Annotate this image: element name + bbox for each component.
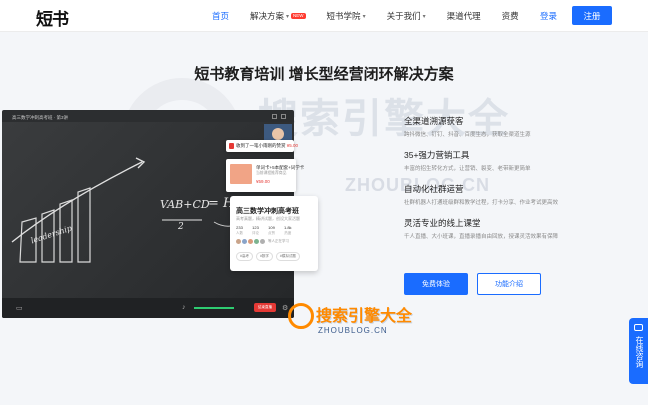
tag[interactable]: #数学 xyxy=(255,252,273,261)
main-nav: 首页 解决方案 ▾ NEW 短书学院 ▾ 关于我们 ▾ 渠道代理 资费 xyxy=(212,0,540,32)
nav-item-label: 解决方案 xyxy=(250,11,285,21)
course-stats: 233 人数 123 评论 109 点赞 1.8k 热度 xyxy=(236,225,292,236)
nav-item-label: 首页 xyxy=(212,11,230,21)
login-link[interactable]: 登录 xyxy=(540,10,557,22)
nav-item-label: 资费 xyxy=(501,11,519,21)
course-tags: #高考 #数学 #模拟试题 xyxy=(236,252,300,261)
tip-text: 收到了一笔小雨刚的赞赏 xyxy=(236,143,286,148)
stat-label: 热度 xyxy=(284,231,292,235)
chalk-denominator: 2 xyxy=(178,222,184,232)
nav-item-solutions[interactable]: 解决方案 ▾ NEW xyxy=(250,10,306,22)
watermark-logo-domain: ZHOUBLOG.CN xyxy=(318,326,388,335)
free-trial-button[interactable]: 免费体验 xyxy=(404,273,468,295)
page-title: 短书教育培训 增长型经营闭环解决方案 xyxy=(194,66,454,83)
tip-amount: ¥5.00 xyxy=(286,143,299,148)
stat-item: 109 点赞 xyxy=(268,225,275,236)
nav-item-label: 短书学院 xyxy=(326,11,361,21)
feature-intro-button[interactable]: 功能介绍 xyxy=(477,273,541,295)
course-title: 高三数学冲刺高考班 xyxy=(236,208,299,215)
online-consult-button[interactable]: 在线咨询 xyxy=(629,318,648,384)
stat-value: 109 xyxy=(268,225,275,230)
gift-icon xyxy=(229,143,234,149)
window-controls xyxy=(272,114,286,119)
product-card[interactable]: 单词卡+5本配套+词学卡 当前课程推荐商品 ¥59.00 xyxy=(226,159,304,192)
video-control-bar: ▭ ♪ 结束直播 ⚙ xyxy=(2,298,294,318)
nav-item-label: 渠道代理 xyxy=(446,11,481,21)
feature-title: 35+强力营销工具 xyxy=(404,150,470,160)
magnifier-icon xyxy=(288,303,314,329)
nav-item-home[interactable]: 首页 xyxy=(212,10,229,22)
watermark-logo: 搜索引擎大全 ZHOUBLOG.CN xyxy=(288,301,413,341)
nav-item-pricing[interactable]: 资费 xyxy=(502,10,519,22)
nav-item-about[interactable]: 关于我们 ▾ xyxy=(387,10,426,22)
feature-title: 全渠道溯源获客 xyxy=(404,116,464,126)
avatar xyxy=(242,239,247,244)
course-card[interactable]: 高三数学冲刺高考班 高考真题，精讲试题，创设大家活题 233 人数 123 评论… xyxy=(230,196,318,271)
volume-level[interactable] xyxy=(194,307,234,309)
chevron-down-icon: ▾ xyxy=(422,13,426,20)
watchers-text: 等人正在学习 xyxy=(268,239,289,243)
feature-item: 全渠道溯源获客 跨抖微信、钉钉、抖音、百度生态，获取全渠道生源 xyxy=(404,115,624,138)
nav-item-academy[interactable]: 短书学院 ▾ xyxy=(327,10,366,22)
stat-label: 人数 xyxy=(236,231,243,235)
feature-desc: 跨抖微信、钉钉、抖音、百度生态，获取全渠道生源 xyxy=(404,132,531,138)
feature-title: 灵活专业的线上课堂 xyxy=(404,218,481,228)
feature-title: 自动化社群运营 xyxy=(404,184,464,194)
consult-label: 在线咨询 xyxy=(635,336,644,368)
avatar xyxy=(236,239,241,244)
stat-label: 点赞 xyxy=(268,231,275,235)
nav-item-label: 关于我们 xyxy=(386,11,421,21)
close-icon xyxy=(281,114,286,119)
video-title: 高三数学冲刺高考班 · 第3讲 xyxy=(12,115,69,120)
stat-item: 123 评论 xyxy=(252,225,259,236)
minimize-icon xyxy=(272,114,277,119)
avatar xyxy=(260,239,265,244)
chalk-equation: VAB+CD xyxy=(160,198,210,211)
tag[interactable]: #高考 xyxy=(236,252,253,261)
tip-notification: 收到了一笔小雨刚的赞赏 ¥5.00 xyxy=(226,140,298,152)
stat-item: 1.8k 热度 xyxy=(284,225,292,236)
nav-item-channel[interactable]: 渠道代理 xyxy=(447,10,481,22)
register-button[interactable]: 注册 xyxy=(572,6,612,25)
product-image xyxy=(230,164,252,184)
feature-desc: 丰富的招生转化方式，让营销、裂变、老带新更简单 xyxy=(404,166,531,172)
stat-value: 123 xyxy=(252,225,259,230)
logo[interactable]: 短书 xyxy=(36,5,69,30)
feature-desc: 社群机器人打通班级群和教学过程，打卡分享、作业考试更高效 xyxy=(404,200,559,206)
tag[interactable]: #模拟试题 xyxy=(275,252,300,261)
avatar xyxy=(254,239,259,244)
stat-item: 233 人数 xyxy=(236,225,243,236)
avatar xyxy=(248,239,253,244)
watermark-logo-title: 搜索引擎大全 xyxy=(316,308,413,325)
stat-value: 233 xyxy=(236,225,243,230)
stat-label: 评论 xyxy=(252,231,259,235)
stat-value: 1.8k xyxy=(284,225,292,230)
chat-icon xyxy=(634,324,643,331)
course-subtitle: 高考真题，精讲试题，创设大家活题 xyxy=(236,216,300,221)
new-badge: NEW xyxy=(291,12,306,20)
end-live-button[interactable]: 结束直播 xyxy=(254,303,276,312)
product-subtitle: 当前课程推荐商品 xyxy=(256,171,287,175)
feature-item: 35+强力营销工具 丰富的招生转化方式，让营销、裂变、老带新更简单 xyxy=(404,149,624,172)
mic-icon[interactable]: ♪ xyxy=(182,304,186,311)
chevron-down-icon: ▾ xyxy=(362,13,366,20)
top-nav-bar: 短书 首页 解决方案 ▾ NEW 短书学院 ▾ 关于我们 ▾ 渠道代理 资费 登… xyxy=(0,0,648,32)
watcher-avatars: 等人正在学习 xyxy=(236,239,289,244)
feature-desc: 千人直播、大小班课，直播录播自由回放，授课灵活效果有保障 xyxy=(404,234,559,240)
screen-icon[interactable]: ▭ xyxy=(16,304,23,312)
feature-item: 自动化社群运营 社群机器人打通班级群和教学过程，打卡分享、作业考试更高效 xyxy=(404,183,624,206)
feature-list: 全渠道溯源获客 跨抖微信、钉钉、抖音、百度生态，获取全渠道生源 35+强力营销工… xyxy=(404,115,624,251)
chevron-down-icon: ▾ xyxy=(286,13,290,20)
feature-item: 灵活专业的线上课堂 千人直播、大小班课，直播录播自由回放，授课灵活效果有保障 xyxy=(404,217,624,240)
product-price: ¥59.00 xyxy=(256,179,270,184)
